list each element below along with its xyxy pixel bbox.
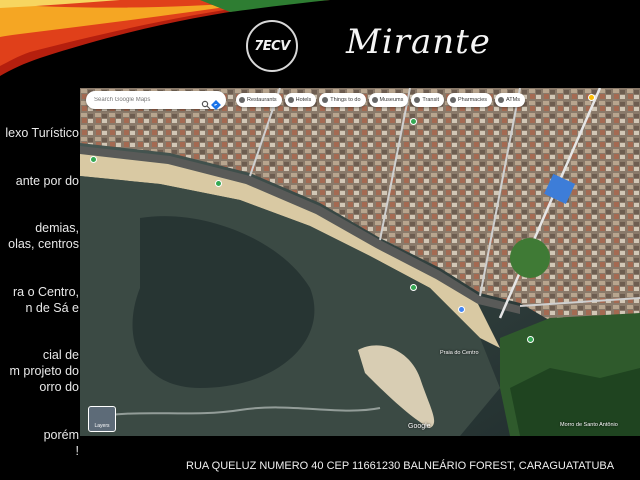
chip-museums[interactable]: Museums — [368, 93, 409, 107]
chip-pharmacies[interactable]: Pharmacies — [446, 93, 493, 107]
text-line: ante por do — [15, 174, 79, 188]
map-pin-icon[interactable] — [527, 336, 534, 343]
chip-label: Pharmacies — [457, 97, 488, 103]
restaurant-icon — [239, 97, 245, 103]
map-search-box[interactable] — [86, 91, 226, 110]
atm-icon — [498, 97, 505, 103]
chip-label: Restaurants — [247, 97, 277, 103]
map-pin-icon[interactable] — [410, 284, 417, 291]
map-place-label[interactable]: Morro de Santo Antônio — [560, 422, 618, 428]
chip-label: Museums — [379, 97, 404, 103]
map-category-chips: Restaurants Hotels Things to do Museums … — [236, 93, 525, 107]
chip-hotels[interactable]: Hotels — [284, 93, 317, 107]
text-line: cial de — [42, 348, 79, 362]
chip-label: Transit — [422, 97, 439, 103]
text-line: m projeto do — [9, 364, 79, 378]
map-pin-icon[interactable] — [90, 156, 97, 163]
text-line: lexo Turístico — [5, 126, 79, 140]
pharmacy-icon — [449, 97, 456, 103]
map-pin-icon[interactable] — [215, 180, 222, 187]
map-pin-icon[interactable] — [588, 94, 595, 101]
search-icon[interactable] — [201, 95, 211, 110]
chip-transit[interactable]: Transit — [411, 93, 444, 107]
chip-label: Hotels — [295, 97, 312, 103]
hotel-icon — [287, 97, 294, 103]
text-line: ! — [75, 444, 79, 458]
text-line: ra o Centro, — [12, 285, 79, 299]
map-search-input[interactable] — [94, 97, 201, 103]
chip-restaurants[interactable]: Restaurants — [236, 93, 282, 107]
text-line: n de Sá e — [25, 301, 79, 315]
address-footer: RUA QUELUZ NUMERO 40 CEP 11661230 BALNEÁ… — [186, 460, 615, 472]
directions-icon[interactable] — [211, 95, 221, 110]
transit-icon — [414, 97, 421, 103]
map-pin-icon[interactable] — [410, 118, 417, 125]
map-imagery — [80, 88, 640, 436]
text-line: olas, centros — [8, 237, 79, 251]
chip-atms[interactable]: ATMs — [495, 93, 525, 107]
google-logo: Google — [408, 423, 431, 430]
museum-icon — [371, 97, 378, 103]
left-text-column: lexo Turístico ante por do demias, olas,… — [0, 0, 80, 480]
chip-label: ATMs — [506, 97, 520, 103]
chip-label: Things to do — [330, 97, 361, 103]
map-place-label[interactable]: Praia do Centro — [440, 350, 479, 356]
attraction-icon — [322, 97, 329, 103]
company-logo: 7ECV — [246, 20, 298, 72]
layers-button[interactable]: Layers — [88, 406, 116, 432]
text-line: porém — [43, 428, 79, 442]
text-line: orro do — [39, 380, 79, 394]
slide-title: Mirante — [346, 22, 491, 62]
text-line: demias, — [35, 221, 79, 235]
layers-label: Layers — [94, 423, 110, 429]
chip-things-to-do[interactable]: Things to do — [319, 93, 366, 107]
satellite-map[interactable]: Restaurants Hotels Things to do Museums … — [80, 88, 640, 436]
map-pin-icon[interactable] — [458, 306, 465, 313]
